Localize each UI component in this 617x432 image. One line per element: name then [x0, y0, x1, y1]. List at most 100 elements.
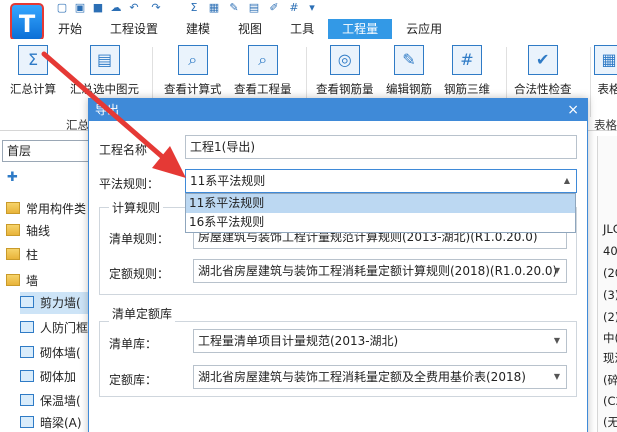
- app-logo[interactable]: T: [10, 3, 44, 41]
- tree-item-common[interactable]: 常用构件类: [6, 198, 86, 220]
- ribbon-separator: [590, 47, 591, 117]
- sum-selected-button[interactable]: ▤ 汇总选中图元: [70, 45, 139, 97]
- legality-check-button[interactable]: ✔ 合法性检查: [514, 45, 572, 97]
- chevron-down-icon[interactable]: ▼: [554, 366, 560, 388]
- sum-selected-icon: ▤: [89, 45, 120, 75]
- property-cell: (20: [603, 266, 617, 280]
- tab-tools[interactable]: 工具: [276, 19, 328, 39]
- rule-label: 平法规则：: [99, 177, 160, 191]
- tab-cloud[interactable]: 云应用: [392, 19, 456, 39]
- table-label: 表格: [597, 82, 617, 96]
- edit-small-icon[interactable]: ✐: [268, 2, 280, 14]
- tab-project-settings[interactable]: 工程设置: [96, 19, 172, 39]
- table-icon: ▦: [594, 45, 617, 75]
- folder-icon: [6, 224, 20, 236]
- tree-item-masonry-reinforce[interactable]: 砌体加: [20, 366, 76, 388]
- insulation-wall-icon: [20, 394, 34, 406]
- rebar-3d-icon: #: [452, 45, 482, 75]
- view-formula-icon: ⌕: [177, 45, 208, 75]
- tab-view[interactable]: 视图: [224, 19, 276, 39]
- property-cell: 现浇: [603, 351, 617, 365]
- property-cell: 40: [603, 244, 617, 258]
- property-cell: (3): [603, 288, 617, 302]
- sigma-small-icon[interactable]: Σ: [188, 2, 200, 14]
- rule-select[interactable]: 11系平法规则 ▲: [185, 169, 577, 193]
- folder-icon: [6, 274, 20, 286]
- quick-access-toolbar: ▢ ▣ ■ ☁ ↶ ↷ Σ ▦ ✎ ▤ ✐ # ▾: [0, 0, 617, 16]
- calc-rule-group-title: 计算规则: [109, 199, 164, 216]
- legality-check-label: 合法性检查: [514, 82, 572, 96]
- property-cell: 中(: [603, 331, 617, 345]
- tree-item-insulation-wall[interactable]: 保温墙(: [20, 390, 81, 412]
- quota-lib-value: 湖北省房屋建筑与装饰工程消耗量定额及全费用基价表(2018): [198, 370, 526, 384]
- sum-selected-label: 汇总选中图元: [70, 82, 139, 96]
- tree-item-civil-defense-door[interactable]: 人防门框: [20, 317, 88, 339]
- save-icon[interactable]: ■: [92, 2, 104, 14]
- project-name-label: 工程名称: [99, 143, 148, 157]
- rule-select-value: 11系平法规则: [190, 174, 266, 188]
- rule-option-16[interactable]: 16系平法规则: [186, 213, 575, 232]
- view-quantity-button[interactable]: ⌕ 查看工程量: [234, 45, 292, 97]
- bill-lib-select[interactable]: 工程量清单项目计量规范(2013-湖北) ▼: [193, 329, 567, 353]
- property-cell: (碎: [603, 373, 617, 387]
- grid-small-icon[interactable]: ▦: [208, 2, 220, 14]
- tree-item-column[interactable]: 柱: [6, 244, 38, 266]
- new-file-icon[interactable]: ▢: [56, 2, 68, 14]
- chevron-up-icon[interactable]: ▲: [564, 170, 570, 192]
- property-cell: (2): [603, 310, 617, 324]
- tree-item-hidden-beam[interactable]: 暗梁(A): [20, 412, 82, 432]
- tab-start[interactable]: 开始: [44, 19, 96, 39]
- view-quantity-label: 查看工程量: [234, 82, 292, 96]
- door-frame-icon: [20, 321, 34, 333]
- table-small-icon[interactable]: ▤: [248, 2, 260, 14]
- ribbon-group-table: 表格: [594, 118, 617, 132]
- quota-lib-label: 定额库：: [109, 373, 158, 387]
- add-component-icon[interactable]: ✚: [7, 170, 18, 185]
- rebar-small-icon[interactable]: #: [288, 2, 300, 14]
- tree-item-shear-wall[interactable]: 剪力墙(: [20, 292, 88, 314]
- tree-item-masonry-wall[interactable]: 砌体墙(: [20, 342, 81, 364]
- sum-calc-label: 汇总计算: [10, 82, 56, 96]
- redo-icon[interactable]: ↷: [150, 2, 162, 14]
- chevron-down-icon[interactable]: ▼: [554, 330, 560, 352]
- cloud-icon[interactable]: ☁: [110, 2, 122, 14]
- hidden-beam-icon: [20, 416, 34, 428]
- folder-icon: [6, 202, 20, 214]
- edit-rebar-label: 编辑钢筋: [386, 82, 432, 96]
- check-icon: ✔: [527, 45, 558, 75]
- brush-small-icon[interactable]: ✎: [228, 2, 240, 14]
- chevron-down-icon[interactable]: ▼: [554, 260, 560, 282]
- undo-icon[interactable]: ↶: [128, 2, 140, 14]
- view-rebar-icon: ◎: [329, 45, 360, 75]
- view-rebar-button[interactable]: ◎ 查看钢筋量: [316, 45, 374, 97]
- sum-calc-button[interactable]: Σ 汇总计算: [10, 45, 56, 97]
- view-formula-button[interactable]: ⌕ 查看计算式: [164, 45, 222, 97]
- table-button[interactable]: ▦ 表格: [594, 45, 617, 97]
- dropdown-small-icon[interactable]: ▾: [306, 2, 318, 14]
- bill-rule-label: 清单规则：: [109, 232, 170, 246]
- open-file-icon[interactable]: ▣: [74, 2, 86, 14]
- rebar-3d-label: 钢筋三维: [444, 82, 490, 96]
- bill-lib-label: 清单库：: [109, 337, 158, 351]
- property-cell: (C2: [603, 394, 617, 408]
- rule-option-11[interactable]: 11系平法规则: [186, 194, 575, 213]
- quota-lib-select[interactable]: 湖北省房屋建筑与装饰工程消耗量定额及全费用基价表(2018) ▼: [193, 365, 567, 389]
- masonry-reinforce-icon: [20, 370, 34, 382]
- quota-rule-value: 湖北省房屋建筑与装饰工程消耗量定额计算规则(2018)(R1.0.20.0): [198, 264, 558, 278]
- tab-modeling[interactable]: 建模: [172, 19, 224, 39]
- project-name-input[interactable]: 工程1(导出): [185, 135, 577, 159]
- quota-rule-select[interactable]: 湖北省房屋建筑与装饰工程消耗量定额计算规则(2018)(R1.0.20.0) ▼: [193, 259, 567, 283]
- close-icon[interactable]: ×: [567, 99, 579, 121]
- floor-select[interactable]: 首层: [2, 140, 92, 162]
- rebar-3d-button[interactable]: # 钢筋三维: [444, 45, 490, 97]
- sigma-icon: Σ: [18, 45, 48, 75]
- dialog-title: 导出: [89, 99, 587, 121]
- app-window: ▢ ▣ ■ ☁ ↶ ↷ Σ ▦ ✎ ▤ ✐ # ▾ T 开始 工程设置 建模 视…: [0, 0, 617, 432]
- property-cell: JLG: [603, 222, 617, 236]
- property-cell: (无: [603, 415, 617, 429]
- tree-item-wall[interactable]: 墙: [6, 270, 38, 292]
- masonry-wall-icon: [20, 346, 34, 358]
- tab-quantities[interactable]: 工程量: [328, 19, 393, 39]
- edit-rebar-button[interactable]: ✎ 编辑钢筋: [386, 45, 432, 97]
- tree-item-axis[interactable]: 轴线: [6, 220, 50, 242]
